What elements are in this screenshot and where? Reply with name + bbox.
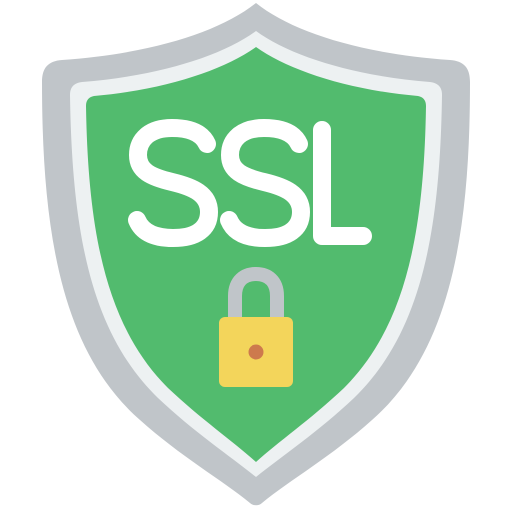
- padlock-keyhole: [248, 344, 264, 360]
- ssl-badge: SSL: [0, 0, 512, 512]
- ssl-shield-icon: [42, 3, 470, 506]
